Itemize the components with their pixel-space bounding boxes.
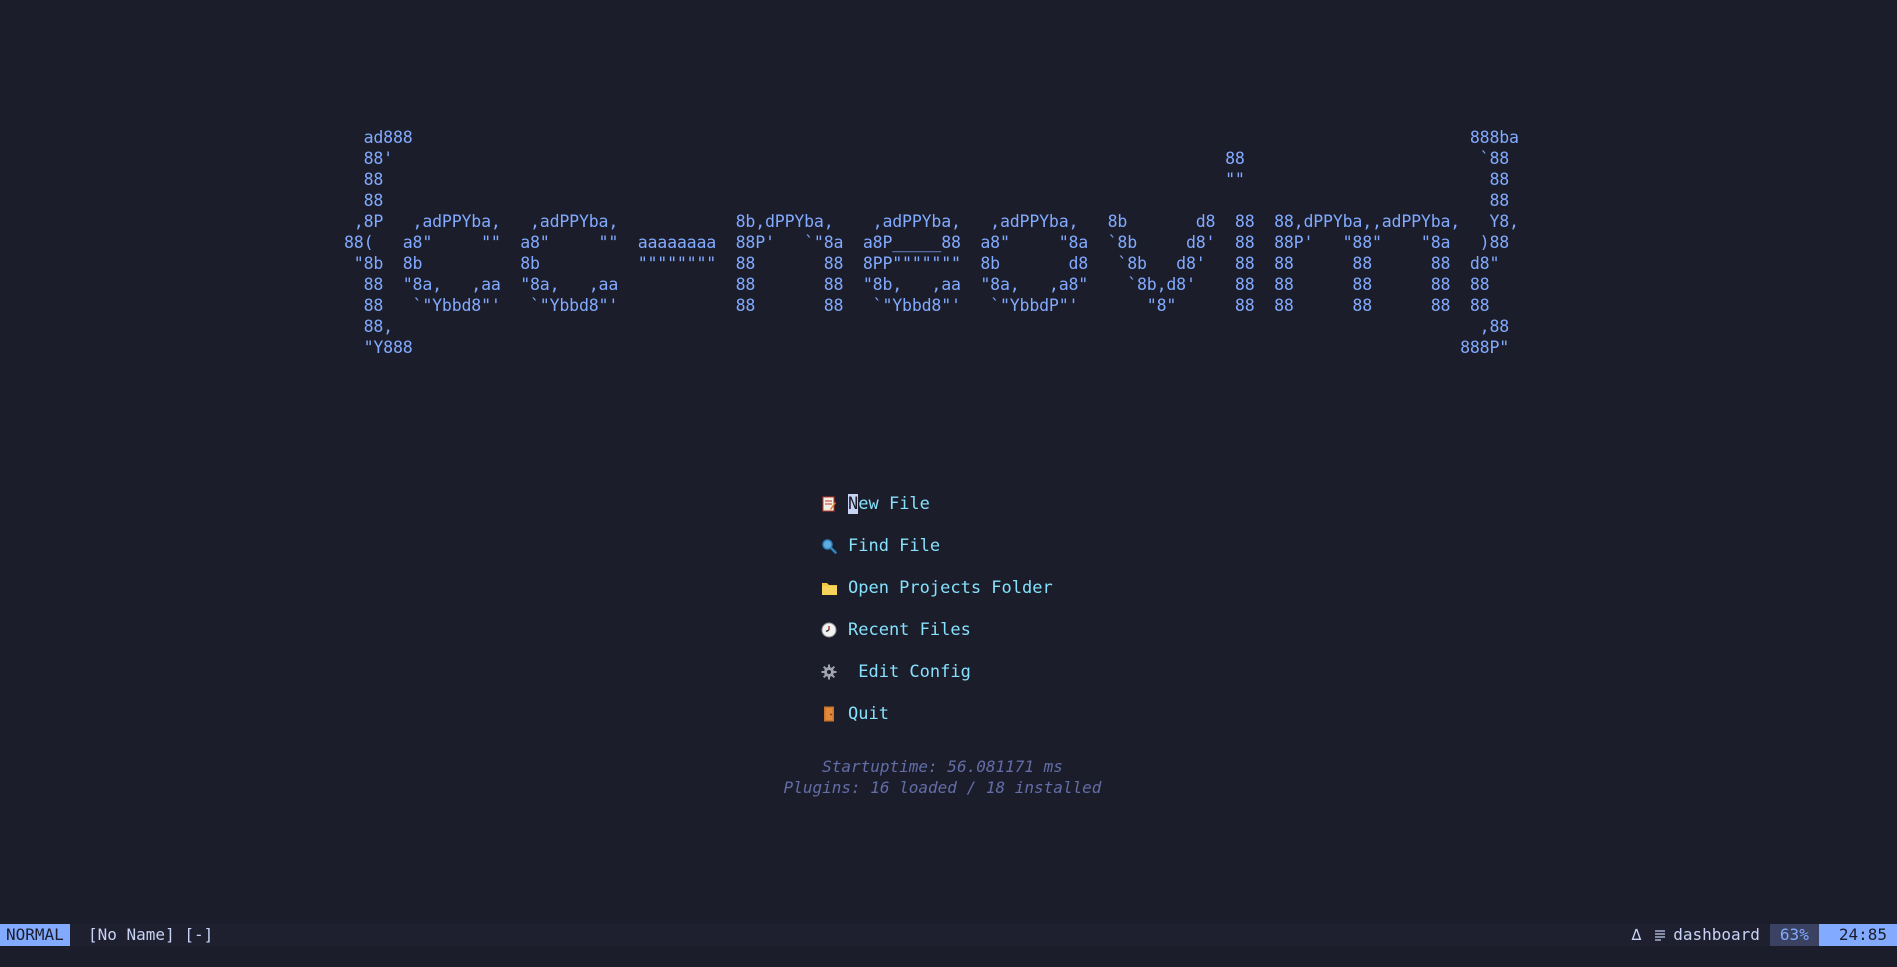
recent-files-label: Recent Files <box>848 620 971 640</box>
find-file-label: Find File <box>848 536 941 556</box>
find-file-icon <box>820 537 838 555</box>
gear-icon <box>820 663 838 681</box>
recent-files-icon <box>820 621 838 639</box>
filetype-label: dashboard <box>1673 925 1760 944</box>
new-file-icon <box>820 495 838 513</box>
statusline: NORMAL [No Name] [-] ∆ dashboard 63% 24:… <box>0 924 1897 946</box>
find-file-button[interactable]: Find File <box>820 525 1220 567</box>
edit-config-label: Edit Config <box>848 662 971 682</box>
scroll-percent: 63% <box>1769 924 1819 946</box>
recent-files-button[interactable]: Recent Files <box>820 609 1220 651</box>
folder-icon <box>820 579 838 597</box>
lines-icon <box>1655 924 1673 946</box>
quit-label: Quit <box>848 704 889 724</box>
terminal-window: ad888 888ba 88' 88 `88 88 "" 88 88 88 ,8… <box>0 0 1897 967</box>
new-file-button[interactable]: New File <box>820 483 1220 525</box>
plugins-text: Plugins: 16 loaded / 18 installed <box>783 778 1102 797</box>
ascii-banner: ad888 888ba 88' 88 `88 88 "" 88 88 88 ,8… <box>344 128 1519 357</box>
open-projects-label: Open Projects Folder <box>848 578 1053 598</box>
new-file-label: ew File <box>858 494 930 514</box>
open-projects-button[interactable]: Open Projects Folder <box>820 567 1220 609</box>
branch-icon: ∆ <box>1631 925 1642 944</box>
cursor-position: 24:85 <box>1818 924 1897 946</box>
cursor: N <box>848 494 859 514</box>
startuptime-text: Startuptime: 56.081171 ms <box>822 757 1063 776</box>
mode-indicator: NORMAL <box>0 924 70 946</box>
statusline-right: ∆ dashboard 63% 24:85 <box>1632 924 1897 946</box>
edit-config-button[interactable]: Edit Config <box>820 651 1220 693</box>
buffer-name: [No Name] [-] <box>88 925 214 944</box>
quit-button[interactable]: Quit <box>820 693 1220 735</box>
dashboard-menu: New File Find File Open Projects Folder <box>820 483 1220 735</box>
door-icon <box>820 705 838 723</box>
